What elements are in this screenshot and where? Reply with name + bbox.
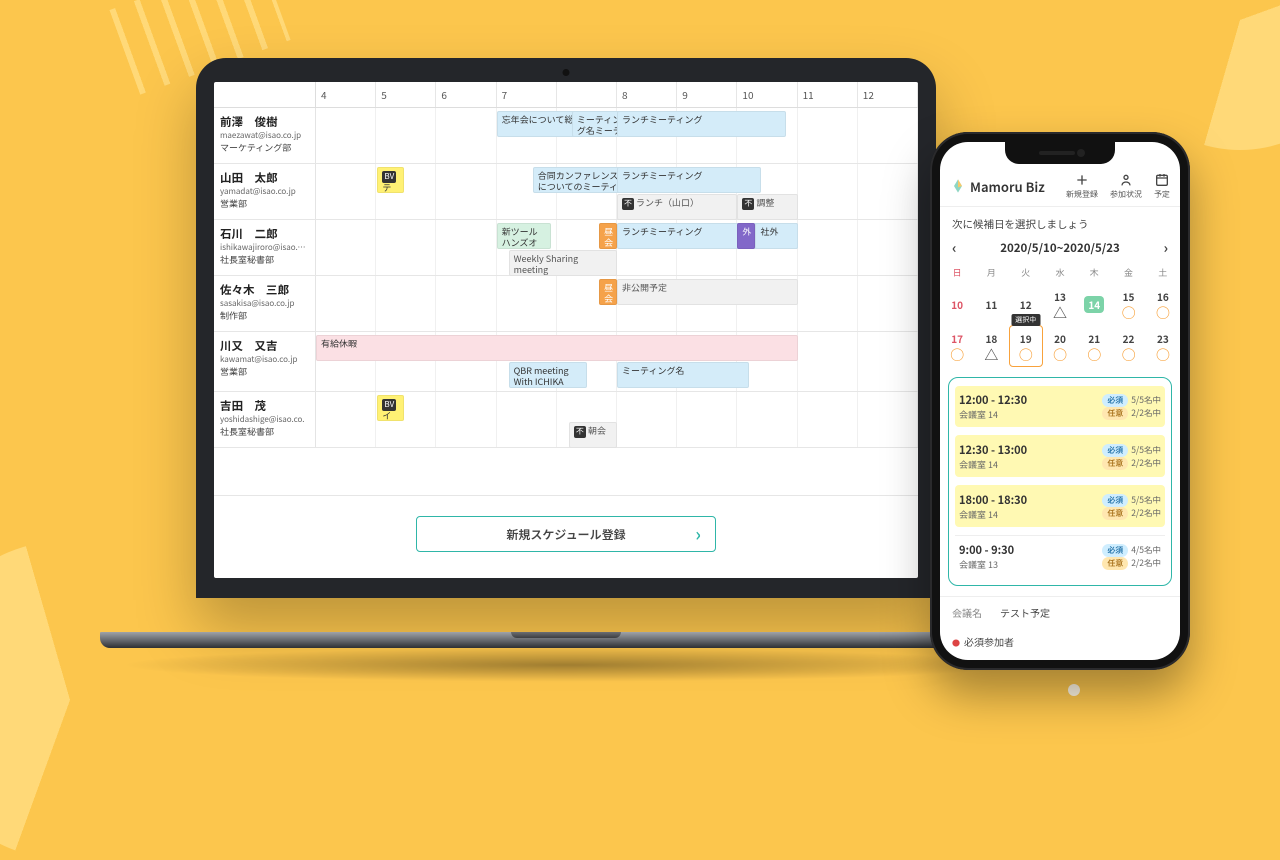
date-cell[interactable]: 17○ [940,325,974,367]
calendar-event[interactable]: 社外 [755,223,797,249]
person-cell: 石川 二郎ishikawajiroro@isao.co.jp社長室秘書部 [214,220,316,275]
calendar-row: 吉田 茂yoshidashige@isao.co.社長室秘書部 BVイベント名不朝… [214,392,918,448]
calendar-header-cell: 5 [376,82,436,107]
calendar-event[interactable]: 不調整 [737,194,797,220]
calendar-event[interactable]: ランチミーティング [617,167,761,193]
calendar-row: 山田 太郎yamadat@isao.co.jp営業部 BVテレワーク 合同カンファレ… [214,164,918,220]
calendar-event[interactable]: Weekly Sharing meeting [509,250,617,276]
date-cell[interactable]: 22○ [1111,325,1145,367]
date-cell[interactable]: 10 [940,283,974,325]
calendar-event[interactable]: 合同カンファレンスについてのミーティン [533,167,629,193]
calendar-header-row: 4567 89101112 [214,82,918,108]
calendar-event[interactable]: BVテレワーク [377,167,404,193]
date-row: 10111213△1415○16○ [940,283,1180,325]
time-slot[interactable]: 12:00 - 12:30会議室 14 必須5/5名中 任意2/2名中 [955,386,1165,427]
calendar-event[interactable]: BVイベント名 [377,395,404,421]
calendar-header-cell: 6 [436,82,496,107]
calendar-event[interactable]: QBR meeting With ICHIKA [509,362,587,388]
prev-week-button[interactable]: ‹ [952,238,957,258]
date-cell[interactable]: 11 [974,283,1008,325]
calendar-event[interactable]: 昼会 [599,223,617,249]
calendar-header-cell: 8 [617,82,677,107]
schedule-button[interactable]: 予定 [1154,172,1170,200]
time-slot-list: 12:00 - 12:30会議室 14 必須5/5名中 任意2/2名中 12:30… [948,377,1172,586]
attendance-status-button[interactable]: 参加状況 [1110,172,1142,200]
calendar-app: 4567 89101112 前澤 俊樹maezawat@isao.co.jpマーケ… [214,82,918,578]
new-schedule-button[interactable]: 新規スケジュール登録 [416,516,716,552]
date-cell[interactable]: 13△ [1043,283,1077,325]
date-cell[interactable]: 18△ [974,325,1008,367]
new-register-button[interactable]: 新規登録 [1066,172,1098,200]
meeting-meta: 会議名 テスト予定 [940,596,1180,628]
calendar-row: 佐々木 三郎sasakisa@isao.co.jp制作部 昼会非公開予定 [214,276,918,332]
calendar-event[interactable]: 有給休暇 [316,335,798,361]
weekday-header: 日月火水木金土 [940,264,1180,283]
calendar-event[interactable]: 非公開予定 [617,279,798,305]
calendar-event[interactable]: 外 [737,223,755,249]
date-cell[interactable]: 20○ [1043,325,1077,367]
calendar-header-cell: 12 [858,82,918,107]
calendar-event[interactable]: 新ツールハンズオン [497,223,551,249]
person-cell: 前澤 俊樹maezawat@isao.co.jpマーケティング部 [214,108,316,163]
calendar-event[interactable]: ランチミーティング [617,111,786,137]
date-cell[interactable]: 19○ [1009,325,1043,367]
time-slot[interactable]: 12:30 - 13:00会議室 14 必須5/5名中 任意2/2名中 [955,435,1165,477]
calendar-row: 川又 又吉kawamat@isao.co.jp営業部有給休暇QBR meetin… [214,332,918,392]
date-cell[interactable]: 15○ [1111,283,1145,325]
brand-logo: Mamoru Biz [950,177,1045,196]
date-cell[interactable]: 14 [1077,283,1111,325]
date-cell[interactable]: 21○ [1077,325,1111,367]
calendar-header-cell [557,82,617,107]
calendar-row: 前澤 俊樹maezawat@isao.co.jpマーケティング部忘年会について総… [214,108,918,164]
calendar-event[interactable]: ミーティング名 [617,362,749,388]
calendar-header-cell: 9 [677,82,737,107]
calendar-event[interactable]: 不朝会 [569,422,617,448]
laptop-mockup: 456789101112 前澤 俊樹maezawat@isao.co.jpマーケ… [100,58,1032,668]
time-slot[interactable]: 18:00 - 18:30会議室 14 必須5/5名中 任意2/2名中 [955,485,1165,527]
date-cell[interactable]: 23○ [1146,325,1180,367]
calendar-header-cell: 7 [497,82,557,107]
calendar-header-cell: 4 [316,82,376,107]
next-week-button[interactable]: › [1163,238,1168,258]
calendar-header-cell [214,82,316,107]
person-cell: 川又 又吉kawamat@isao.co.jp営業部 [214,332,316,391]
person-cell: 佐々木 三郎sasakisa@isao.co.jp制作部 [214,276,316,331]
calendar-event[interactable]: 不ランチ（山口） [617,194,737,220]
time-slot[interactable]: 9:00 - 9:30会議室 13 必須4/5名中 任意2/2名中 [955,535,1165,577]
calendar-header-cell: 11 [798,82,858,107]
person-cell: 吉田 茂yoshidashige@isao.co.社長室秘書部 [214,392,316,447]
date-cell[interactable]: 16○ [1146,283,1180,325]
calendar-row: 石川 二郎ishikawajiroro@isao.co.jp社長室秘書部 新ツール… [214,220,918,276]
week-range-label: 2020/5/10~2020/5/23 [1000,240,1120,256]
person-cell: 山田 太郎yamadat@isao.co.jp営業部 [214,164,316,219]
required-participants-label: 必須参加者 [940,628,1180,655]
calendar-header-cell: 10 [737,82,797,107]
phone-subtitle: 次に候補日を選択しましょう [940,207,1180,238]
phone-mockup: Mamoru Biz 新規登録 参加状況 予定 次に候補日を選択しましょう ‹ [930,132,1190,670]
date-row: 17○18△19○20○21○22○23○ [940,325,1180,367]
calendar-event[interactable]: 昼会 [599,279,617,305]
